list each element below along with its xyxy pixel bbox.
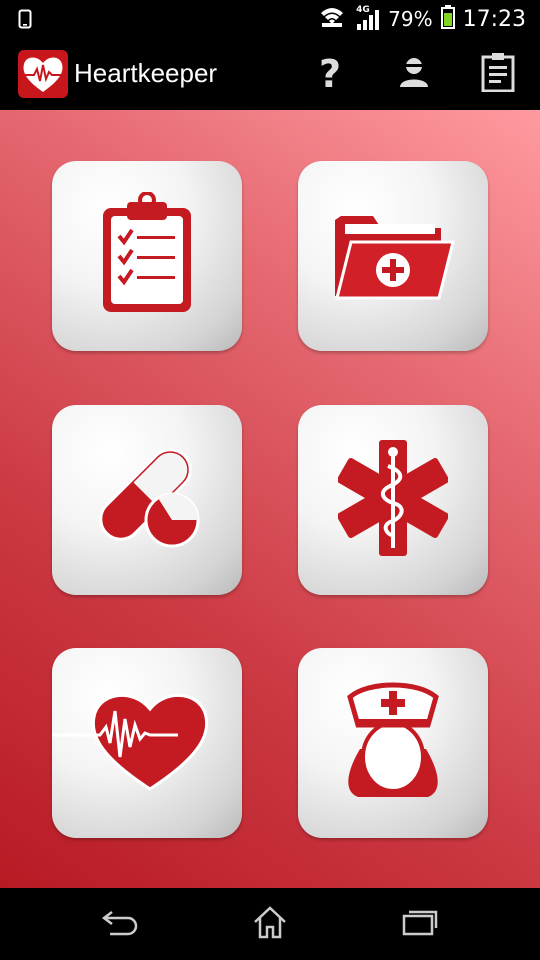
heartbeat-icon bbox=[52, 681, 242, 805]
back-button[interactable] bbox=[90, 902, 150, 946]
navigation-bar bbox=[0, 888, 540, 960]
recent-apps-button[interactable] bbox=[390, 902, 450, 946]
cell-signal-icon: 4G bbox=[354, 5, 380, 31]
action-bar: Heartkeeper ? bbox=[0, 38, 540, 110]
star-of-life-icon bbox=[336, 438, 450, 562]
battery-percent: 79% bbox=[388, 7, 433, 31]
app-logo-icon[interactable] bbox=[18, 50, 68, 98]
help-button[interactable]: ? bbox=[306, 50, 354, 98]
back-icon bbox=[100, 908, 140, 940]
heart-rate-tile[interactable] bbox=[52, 648, 242, 838]
clock: 17:23 bbox=[462, 6, 526, 32]
checklist-tile[interactable] bbox=[52, 161, 242, 351]
status-bar: 4G 79% 17:23 bbox=[0, 0, 540, 38]
clipboard-icon bbox=[481, 52, 515, 96]
user-icon bbox=[397, 55, 431, 93]
wifi-signal-icon bbox=[318, 5, 346, 33]
clipboard-button[interactable] bbox=[474, 50, 522, 98]
medications-tile[interactable] bbox=[52, 405, 242, 595]
status-icons: 4G 79% 17:23 bbox=[318, 4, 526, 34]
emergency-tile[interactable] bbox=[298, 405, 488, 595]
home-icon bbox=[252, 905, 288, 943]
recent-apps-icon bbox=[400, 908, 440, 940]
clipboard-checklist-icon bbox=[97, 191, 197, 320]
profile-button[interactable] bbox=[390, 50, 438, 98]
pills-icon bbox=[82, 438, 212, 562]
main-grid bbox=[0, 110, 540, 888]
help-icon: ? bbox=[318, 52, 342, 96]
battery-icon bbox=[440, 5, 455, 33]
nurse-tile[interactable] bbox=[298, 648, 488, 838]
medical-records-tile[interactable] bbox=[298, 161, 488, 351]
home-button[interactable] bbox=[240, 902, 300, 946]
phone-icon bbox=[18, 9, 32, 33]
medical-folder-icon bbox=[331, 206, 455, 306]
nurse-icon bbox=[338, 679, 448, 807]
app-title: Heartkeeper bbox=[74, 58, 218, 88]
